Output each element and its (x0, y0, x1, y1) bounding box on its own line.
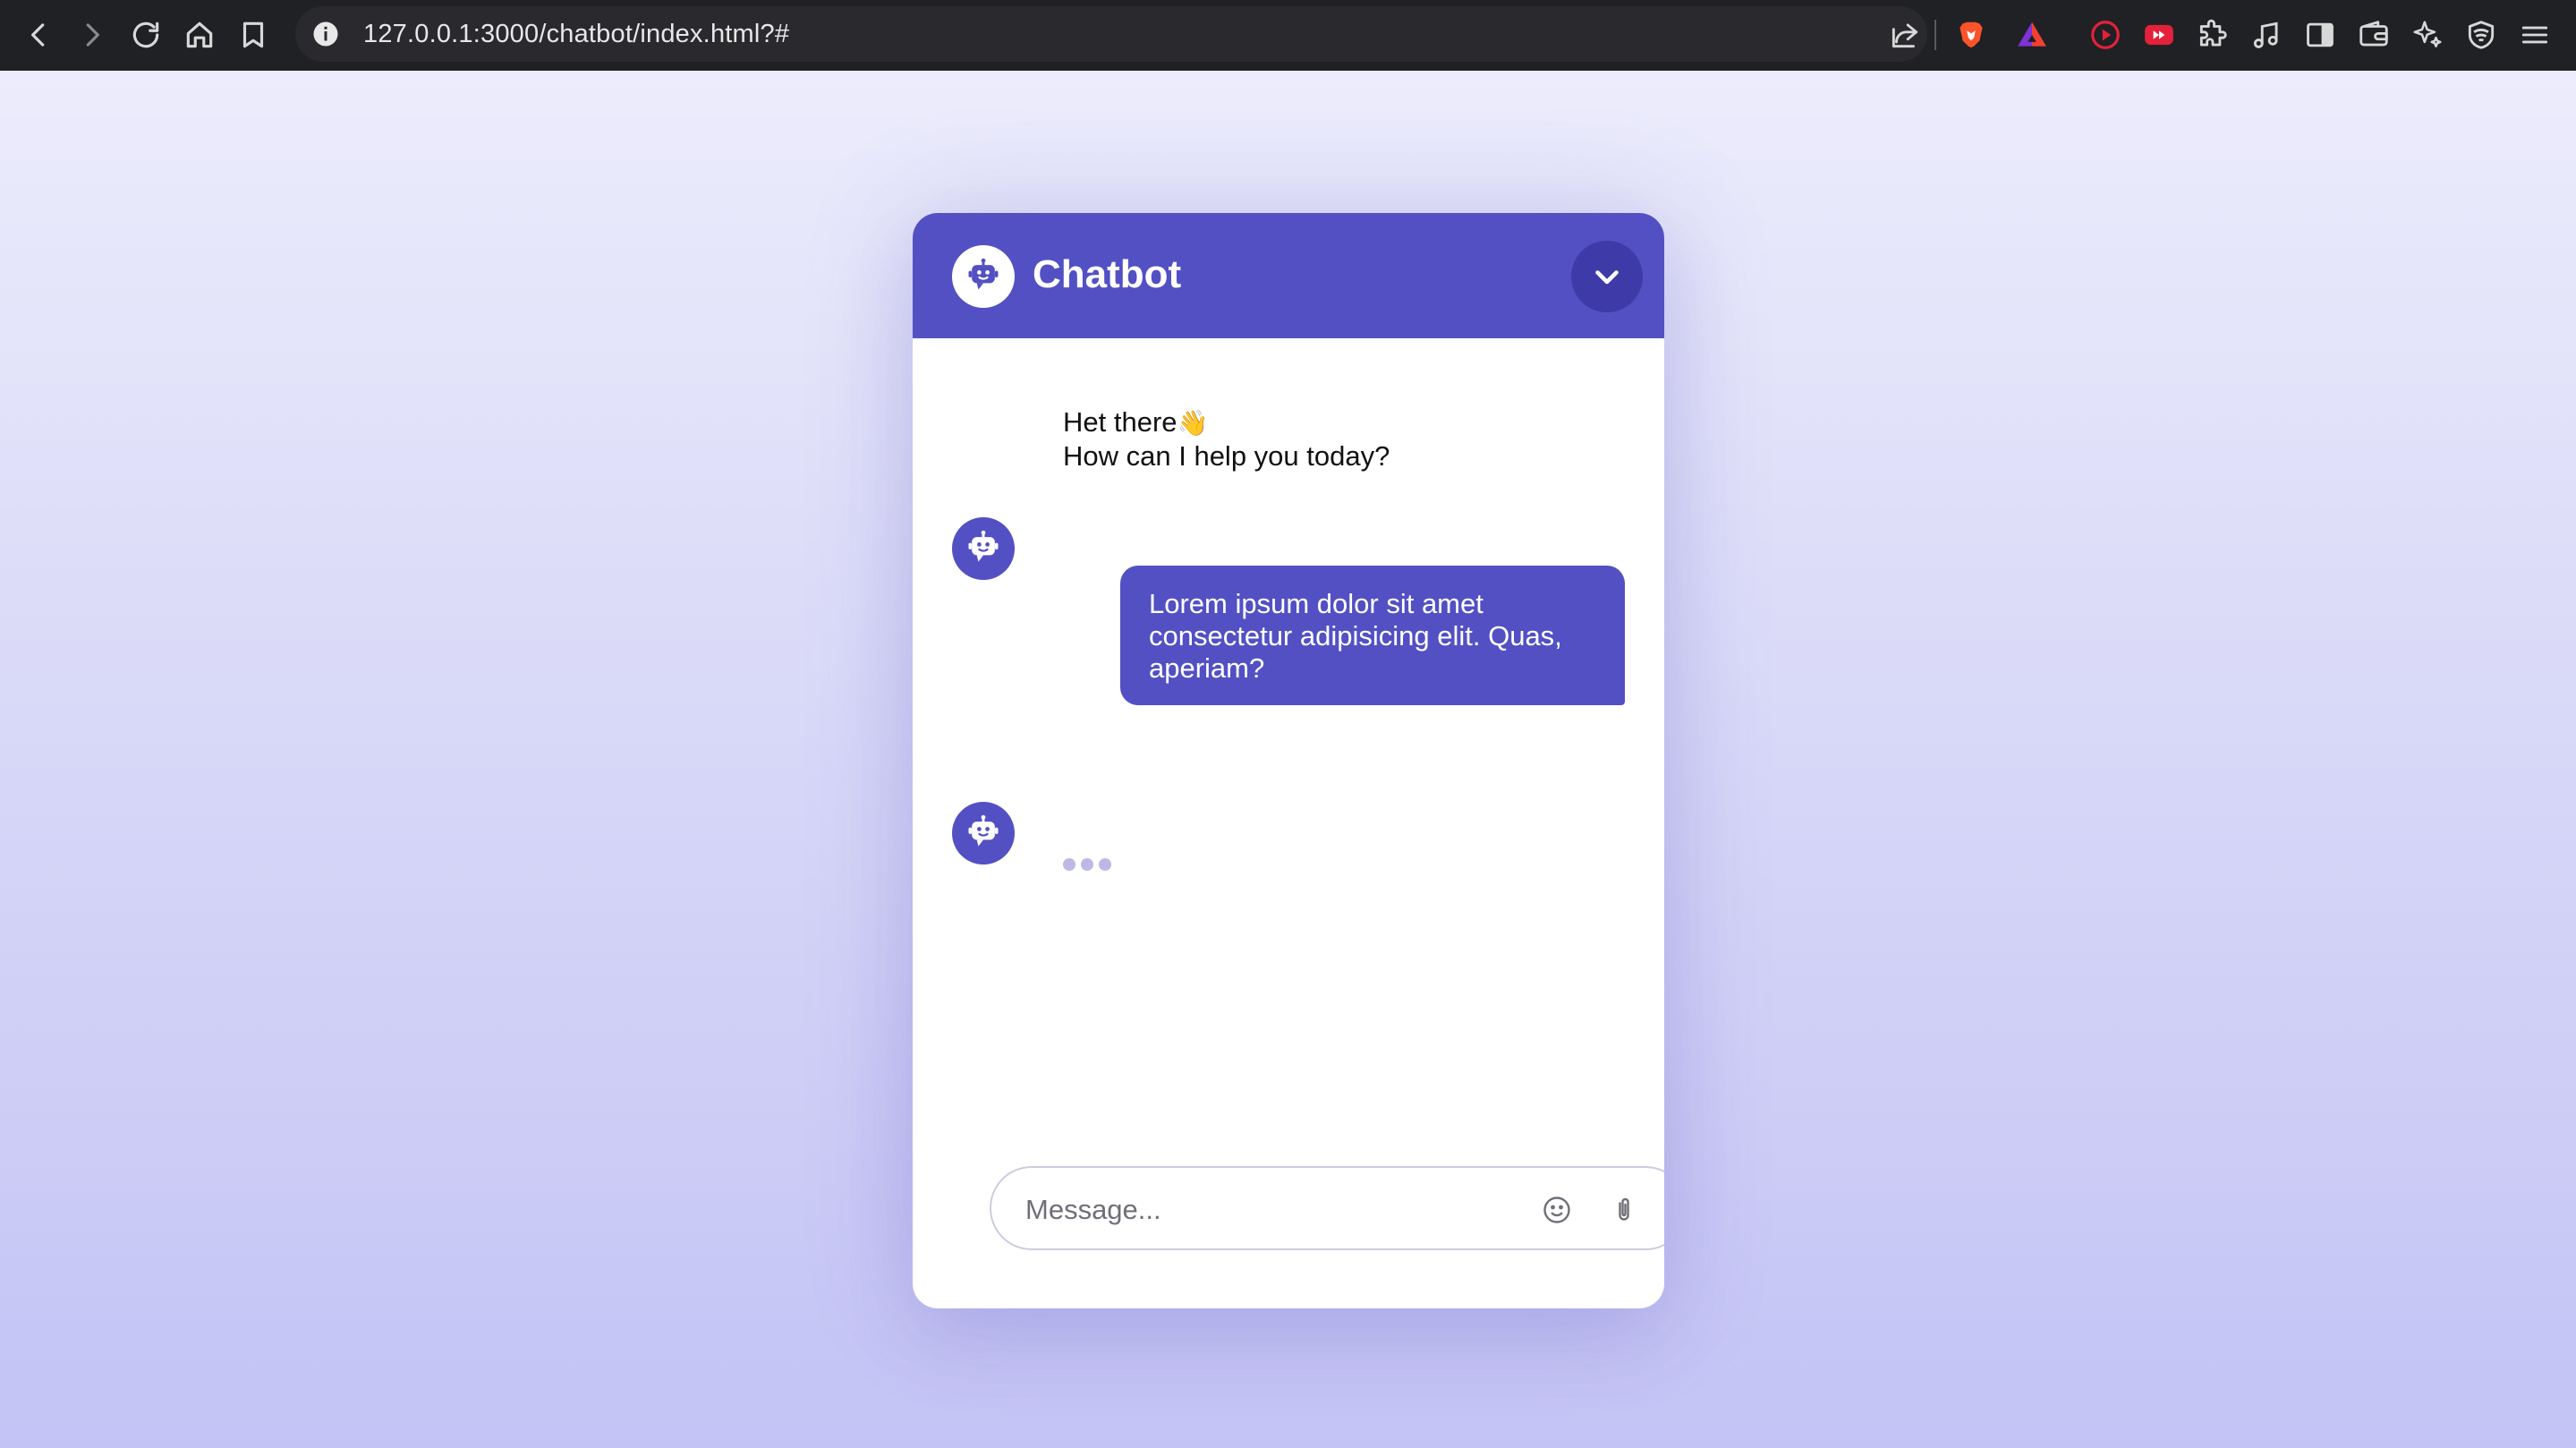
reload-button[interactable] (122, 11, 170, 59)
bot-message-line: Het there👋 (1063, 405, 1390, 439)
reload-icon (132, 21, 159, 48)
home-icon (186, 21, 213, 48)
emoji-button[interactable] (1536, 1189, 1577, 1231)
chat-messages: Het there👋 How can I help you today? Lor… (913, 338, 1664, 1162)
collapse-chat-button[interactable] (1571, 241, 1643, 312)
brave-shield-icon (1960, 21, 1983, 48)
brave-rewards-button[interactable] (2008, 11, 2056, 59)
chatbot-title: Chatbot (1033, 252, 1182, 296)
bookmark-button[interactable] (229, 11, 277, 59)
toolbar-divider (1934, 20, 1936, 50)
smiley-icon (1543, 1197, 1570, 1223)
sidebar-button[interactable] (2296, 11, 2344, 59)
greeting-text: Het there (1063, 406, 1177, 438)
bookmark-icon (242, 21, 264, 48)
youtube-music-extension[interactable] (2081, 11, 2130, 59)
vpn-icon (2468, 21, 2495, 49)
attach-file-button[interactable] (1603, 1189, 1645, 1231)
chatbot-logo (952, 245, 1015, 308)
leo-ai-button[interactable] (2403, 11, 2452, 59)
vpn-button[interactable] (2457, 11, 2505, 59)
main-menu-button[interactable] (2511, 11, 2559, 59)
share-icon (1892, 23, 1918, 48)
share-button[interactable] (1881, 11, 1929, 59)
chatbot-window: Chatbot Het there👋 How can I help you to… (913, 213, 1664, 1308)
robot-icon (968, 814, 999, 847)
typing-dot (1099, 858, 1111, 871)
back-button[interactable] (14, 11, 63, 59)
wallet-button[interactable] (2350, 11, 2398, 59)
youtube-icon (2145, 24, 2173, 46)
bot-avatar (952, 802, 1015, 865)
browser-toolbar: 127.0.0.1:3000/chatbot/index.html?# (0, 0, 2576, 71)
extensions-button[interactable] (2189, 11, 2237, 59)
forward-button[interactable] (68, 11, 116, 59)
sidebar-icon (2307, 22, 2334, 47)
back-icon (31, 23, 45, 47)
chat-footer (913, 1162, 1664, 1308)
robot-icon (968, 530, 999, 562)
leo-ai-icon (2413, 21, 2442, 47)
address-bar[interactable]: 127.0.0.1:3000/chatbot/index.html?# (295, 6, 1927, 62)
wallet-icon (2359, 21, 2388, 47)
message-form (990, 1166, 1664, 1250)
brave-rewards-icon (2018, 21, 2046, 47)
forward-icon (86, 23, 99, 47)
info-icon[interactable] (310, 18, 342, 50)
media-icon (2253, 21, 2278, 48)
typing-indicator (1063, 858, 1111, 871)
robot-icon (968, 258, 999, 290)
bot-avatar (952, 517, 1015, 580)
bot-message: Het there👋 How can I help you today? (1063, 405, 1390, 473)
home-button[interactable] (175, 11, 224, 59)
brave-shield-button[interactable] (1947, 11, 1995, 59)
page-background: Chatbot Het there👋 How can I help you to… (0, 71, 2576, 1448)
extensions-icon (2199, 19, 2227, 47)
youtube-extension[interactable] (2135, 11, 2183, 59)
chevron-down-icon (1595, 270, 1619, 285)
paperclip-icon (1619, 1197, 1629, 1221)
user-message: Lorem ipsum dolor sit amet consectetur a… (1120, 566, 1625, 705)
url-text[interactable]: 127.0.0.1:3000/chatbot/index.html?# (363, 20, 789, 49)
typing-dot (1081, 858, 1093, 871)
media-button[interactable] (2242, 11, 2291, 59)
message-input[interactable] (1024, 1188, 1510, 1232)
typing-dot (1063, 858, 1075, 871)
bot-message-line: How can I help you today? (1063, 440, 1390, 472)
youtube-music-icon (2091, 21, 2120, 49)
chat-header: Chatbot (913, 213, 1664, 338)
menu-icon (2521, 26, 2548, 44)
waving-hand-emoji: 👋 (1177, 409, 1209, 437)
